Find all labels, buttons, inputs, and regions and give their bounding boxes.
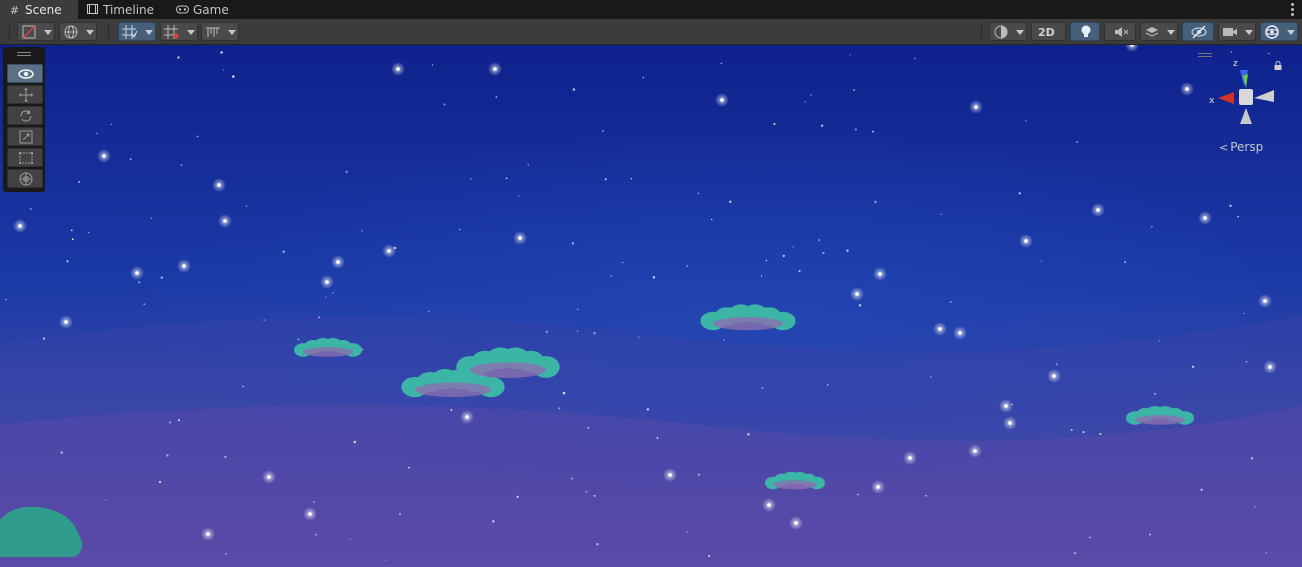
x-axis-cone-icon: [1218, 92, 1234, 104]
eye-icon: [18, 69, 34, 79]
grid-icon: #: [9, 4, 20, 17]
perspective-icon: <: [1219, 141, 1229, 154]
tab-scene[interactable]: # Scene: [0, 0, 78, 19]
2d-label: 2D: [1038, 26, 1055, 39]
eye-slash-icon: [1191, 25, 1207, 39]
shaded-draw-icon: [22, 25, 36, 39]
rect-transform-icon: [19, 152, 33, 164]
tab-timeline[interactable]: Timeline: [86, 0, 166, 19]
2d-toggle-button[interactable]: 2D: [1031, 22, 1066, 41]
tab-bar: # Scene Timeline Game: [0, 0, 1302, 19]
increment-snap-button[interactable]: [160, 22, 198, 41]
tab-game[interactable]: Game: [176, 0, 256, 19]
toolbar-separator: [9, 24, 10, 39]
chevron-down-icon: [187, 30, 195, 35]
drag-handle-icon[interactable]: [17, 52, 31, 53]
globe-icon: [64, 25, 78, 39]
kebab-menu-icon[interactable]: [1288, 2, 1296, 16]
rotate-icon: [20, 110, 32, 122]
scale-icon: [19, 130, 33, 144]
draw-mode-button[interactable]: [17, 22, 55, 41]
scale-tool-button[interactable]: [7, 127, 43, 146]
scene-toolbar: 2D: [0, 19, 1302, 45]
axis-z-label: z: [1233, 59, 1238, 69]
transform-tool-button[interactable]: [7, 169, 43, 188]
grid-snapping-button[interactable]: [118, 22, 156, 41]
mute-icon: [1115, 27, 1128, 37]
hidden-objects-toggle[interactable]: [1182, 22, 1214, 41]
tab-timeline-label: Timeline: [103, 3, 155, 17]
scene-viewport[interactable]: [0, 45, 1302, 567]
projection-label[interactable]: < Persp: [1219, 140, 1263, 154]
lighting-toggle-button[interactable]: [1070, 22, 1100, 41]
chevron-down-icon: [1287, 30, 1295, 35]
gizmo-center-cube: [1239, 89, 1253, 105]
axis-x-label: x: [1209, 96, 1215, 106]
neg-x-cone-icon: [1254, 90, 1274, 102]
night-sky-scene: [0, 45, 1302, 567]
chevron-down-icon: [44, 30, 52, 35]
effects-button[interactable]: [1140, 22, 1178, 41]
gizmos-toggle-button[interactable]: [1260, 22, 1298, 41]
view-tool-button[interactable]: [7, 64, 43, 83]
film-icon: [86, 1, 99, 21]
move-tool-button[interactable]: [7, 85, 43, 104]
sphere-icon: [994, 25, 1008, 39]
chevron-down-icon: [1245, 30, 1253, 35]
gamepad-icon: [176, 1, 189, 21]
global-local-button[interactable]: [59, 22, 97, 41]
grid-snap-icon: [122, 25, 138, 39]
tab-scene-label: Scene: [25, 3, 62, 17]
tab-game-label: Game: [193, 3, 229, 17]
camera-icon: [1223, 28, 1237, 36]
gizmo-sphere-icon: [1265, 25, 1279, 39]
chevron-down-icon: [145, 30, 153, 35]
chevron-down-icon: [1167, 30, 1175, 35]
rotate-tool-button[interactable]: [7, 106, 43, 125]
lightbulb-icon: [1081, 25, 1091, 37]
transform-icon: [19, 172, 33, 186]
shading-mode-button[interactable]: [989, 22, 1027, 41]
rect-tool-button[interactable]: [7, 148, 43, 167]
toolbar-separator: [108, 24, 109, 39]
increment-snap-icon: [164, 25, 179, 39]
chevron-down-icon: [1016, 30, 1024, 35]
toolbar-separator: [981, 24, 982, 39]
audio-toggle-button[interactable]: [1104, 22, 1136, 41]
layers-icon: [1145, 27, 1159, 37]
projection-text: Persp: [1230, 140, 1264, 154]
chevron-down-icon: [86, 30, 94, 35]
tools-overlay: [3, 47, 45, 192]
chevron-down-icon: [228, 30, 236, 35]
camera-settings-button[interactable]: [1218, 22, 1256, 41]
neg-y-cone-icon: [1240, 108, 1252, 124]
move-icon: [19, 88, 33, 102]
ruler-icon: [206, 27, 220, 37]
snap-settings-button[interactable]: [201, 22, 239, 41]
